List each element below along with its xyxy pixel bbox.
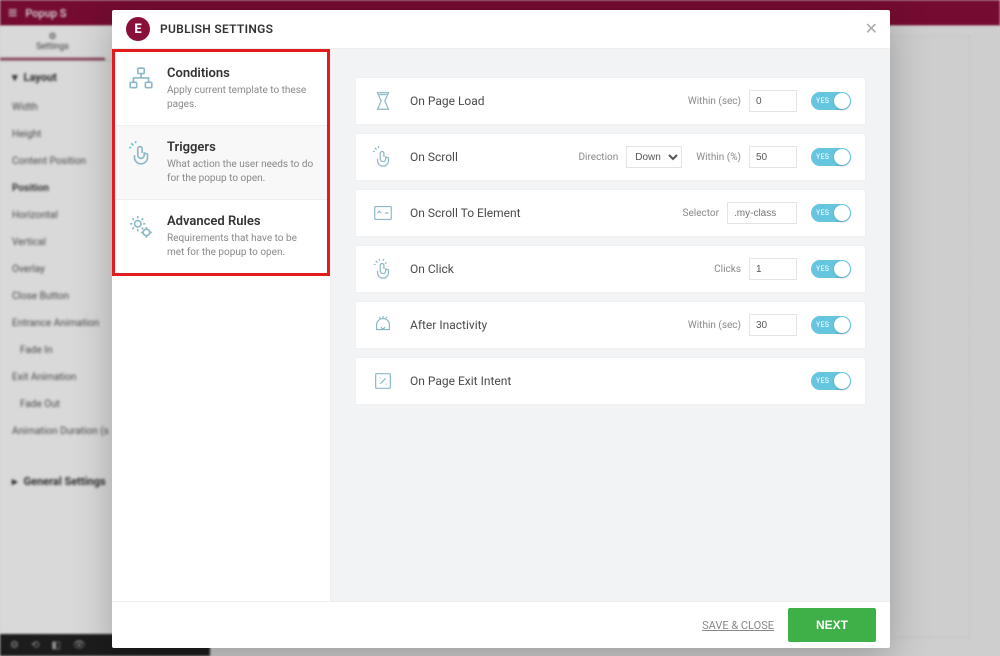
toggle-knob (834, 93, 850, 109)
trigger-name: On Page Load (410, 94, 485, 108)
sidebar-item-desc: Apply current template to these pages. (167, 84, 315, 111)
trigger-on_page_load: On Page Load Within (sec) YES (355, 77, 866, 125)
trigger-name: On Scroll (410, 150, 458, 164)
after_inactivity-icon (370, 312, 396, 338)
toggle-knob (834, 317, 850, 333)
toggle-label: YES (816, 97, 829, 105)
conditions-icon (127, 66, 155, 111)
toggle-label: YES (816, 321, 829, 329)
after_inactivity-input[interactable] (749, 314, 797, 336)
modal-sidebar-highlight: Conditions Apply current template to thes… (112, 49, 330, 276)
sidebar-item-title: Triggers (167, 140, 315, 155)
on_page_load-icon (370, 88, 396, 114)
field-label: Within (%) (696, 152, 741, 163)
toggle-label: YES (816, 377, 829, 385)
sidebar-item-triggers[interactable]: Triggers What action the user needs to do… (115, 126, 327, 200)
field-label: Within (sec) (688, 96, 741, 107)
trigger-on_scroll: On Scroll Direction Down Within (%) YES (355, 133, 866, 181)
sidebar-item-title: Conditions (167, 66, 315, 81)
trigger-name: On Page Exit Intent (410, 374, 511, 388)
publish-settings-modal: E PUBLISH SETTINGS ✕ Conditions Apply cur… (112, 10, 890, 648)
save-and-close-button[interactable]: SAVE & CLOSE (702, 619, 774, 632)
on_scroll-direction-select[interactable]: Down (626, 146, 682, 168)
toggle-knob (834, 205, 850, 221)
sidebar-item-desc: Requirements that have to be met for the… (167, 232, 315, 259)
on_page_load-toggle[interactable]: YES (811, 92, 851, 110)
on_click-toggle[interactable]: YES (811, 260, 851, 278)
on_click-icon (370, 256, 396, 282)
modal-content: On Page Load Within (sec) YES On Scroll Dire… (331, 49, 890, 601)
sidebar-item-desc: What action the user needs to do for the… (167, 158, 315, 185)
on_scroll-icon (370, 144, 396, 170)
on_scroll_element-toggle[interactable]: YES (811, 204, 851, 222)
toggle-knob (834, 373, 850, 389)
on_scroll_element-icon (370, 200, 396, 226)
field-label: Selector (683, 208, 719, 219)
elementor-logo-icon: E (126, 17, 150, 41)
trigger-after_inactivity: After Inactivity Within (sec) YES (355, 301, 866, 349)
on_scroll-input[interactable] (749, 146, 797, 168)
toggle-knob (834, 149, 850, 165)
triggers-icon (127, 140, 155, 185)
close-icon[interactable]: ✕ (865, 19, 878, 38)
on_scroll-toggle[interactable]: YES (811, 148, 851, 166)
on_click-input[interactable] (749, 258, 797, 280)
trigger-name: After Inactivity (410, 318, 487, 332)
trigger-name: On Scroll To Element (410, 206, 521, 220)
sidebar-item-advanced[interactable]: Advanced Rules Requirements that have to … (115, 200, 327, 273)
field-label: Clicks (714, 264, 741, 275)
on_page_load-input[interactable] (749, 90, 797, 112)
field-label: Within (sec) (688, 320, 741, 331)
modal-header: E PUBLISH SETTINGS ✕ (112, 10, 890, 49)
trigger-on_exit_intent: On Page Exit Intent YES (355, 357, 866, 405)
after_inactivity-toggle[interactable]: YES (811, 316, 851, 334)
sidebar-item-conditions[interactable]: Conditions Apply current template to thes… (115, 52, 327, 126)
trigger-name: On Click (410, 262, 454, 276)
modal-title: PUBLISH SETTINGS (160, 22, 273, 36)
toggle-label: YES (816, 209, 829, 217)
sidebar-item-title: Advanced Rules (167, 214, 315, 229)
advanced-icon (127, 214, 155, 259)
on_scroll_element-input[interactable] (727, 202, 797, 224)
trigger-on_click: On Click Clicks YES (355, 245, 866, 293)
toggle-label: YES (816, 265, 829, 273)
toggle-knob (834, 261, 850, 277)
on_exit_intent-toggle[interactable]: YES (811, 372, 851, 390)
toggle-label: YES (816, 153, 829, 161)
modal-sidebar: Conditions Apply current template to thes… (112, 49, 331, 601)
field-label: Direction (578, 152, 618, 163)
on_exit_intent-icon (370, 368, 396, 394)
modal-footer: SAVE & CLOSE NEXT (112, 601, 890, 648)
next-button[interactable]: NEXT (788, 608, 876, 642)
trigger-on_scroll_element: On Scroll To Element Selector YES (355, 189, 866, 237)
